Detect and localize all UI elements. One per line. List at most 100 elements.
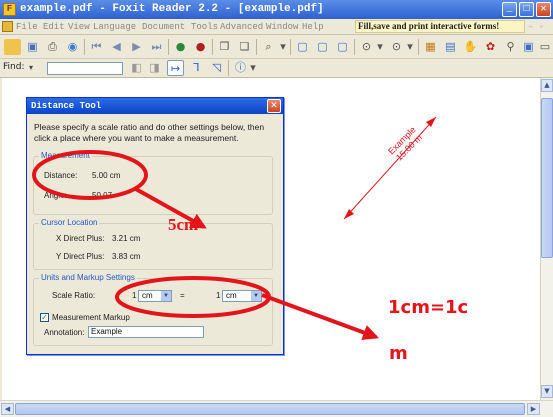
angle-label: Angle: xyxy=(44,191,67,200)
zoom-dropdown-icon[interactable]: ▾ xyxy=(278,39,288,55)
distance-value: 5.00 cm xyxy=(92,171,121,180)
units-markup-group: Units and Markup Settings Scale Ratio: 1… xyxy=(33,273,274,346)
next-page-icon[interactable]: ▶ xyxy=(128,39,145,55)
menu-file[interactable]: File xyxy=(16,19,38,35)
scroll-left-icon[interactable]: ◀ xyxy=(1,403,14,415)
find-toolbar: Find: ▾ ◧ ◨ ↦ ⅂ ◹ ⓘ ▾ xyxy=(0,59,553,78)
scale-right-unit-select[interactable]: cm ▼ xyxy=(222,290,262,302)
scroll-down-icon[interactable]: ▼ xyxy=(541,385,553,398)
save-icon[interactable]: ▣ xyxy=(24,39,41,55)
find-label: Find: xyxy=(3,62,25,72)
scale-ratio-label: Scale Ratio: xyxy=(52,291,96,300)
tools-icon[interactable]: ⊙ xyxy=(388,39,405,55)
menu-edit[interactable]: Edit xyxy=(43,19,65,35)
scale-right-number[interactable]: 1 xyxy=(216,291,220,300)
zoom-icon[interactable]: ⌕ xyxy=(260,39,277,55)
typewriter-icon[interactable]: ▤ xyxy=(442,39,459,55)
scale-ratio-row: Scale Ratio: 1 cm ▼ = 1 cm ▼ xyxy=(34,289,274,303)
menu-tools[interactable]: Tools xyxy=(191,19,218,35)
minimize-button[interactable]: _ xyxy=(502,2,517,17)
measurement-markup-label: Measurement Markup xyxy=(52,313,130,322)
menu-window[interactable]: Window xyxy=(266,19,298,35)
annotation-five-cm: 5cm xyxy=(168,215,199,234)
measurement-group: Measurement Distance: 5.00 cm Angle: 50.… xyxy=(33,151,273,215)
facing-icon[interactable]: ▢ xyxy=(334,39,351,55)
x-direct-label: X Direct Plus: xyxy=(56,234,105,243)
y-direct-label: Y Direct Plus: xyxy=(56,252,105,261)
fullscreen-icon[interactable]: ▭ xyxy=(538,39,552,55)
rotate-icon[interactable]: ⊙ xyxy=(358,39,375,55)
menu-document[interactable]: Document xyxy=(142,19,185,35)
chevron-down-icon[interactable]: ▼ xyxy=(161,291,171,301)
scale-left-unit-select[interactable]: cm ▼ xyxy=(138,290,172,302)
angle-value: 50.07 xyxy=(92,191,113,200)
find-input[interactable] xyxy=(47,62,123,75)
info-icon[interactable]: ⓘ xyxy=(232,60,249,76)
menu-help[interactable]: Help xyxy=(302,19,324,35)
find-prev-icon[interactable]: ◧ xyxy=(128,60,145,76)
rotate-dropdown-icon[interactable]: ▾ xyxy=(375,39,385,55)
forms-promo-banner[interactable]: Fill,save and print interactive forms! xyxy=(355,20,525,33)
units-group-title: Units and Markup Settings xyxy=(39,273,137,282)
hand-icon[interactable]: ✋ xyxy=(462,39,479,55)
scale-left-unit-value: cm xyxy=(142,291,153,300)
tools-dropdown-icon[interactable]: ▾ xyxy=(405,39,415,55)
cursor-location-group: Cursor Location X Direct Plus: 3.21 cm Y… xyxy=(33,218,273,270)
single-page-icon[interactable]: ▢ xyxy=(294,39,311,55)
document-menu-icon[interactable] xyxy=(2,21,13,32)
find-icon[interactable]: ⚲ xyxy=(502,39,519,55)
x-direct-value: 3.21 cm xyxy=(112,234,141,243)
print-icon[interactable]: ⎙ xyxy=(44,39,61,55)
forward-icon[interactable]: ● xyxy=(192,39,209,55)
menu-view[interactable]: View xyxy=(68,19,90,35)
annotation-scale-line2: m xyxy=(389,343,408,364)
app-titlebar: F example.pdf - Foxit Reader 2.2 - [exam… xyxy=(0,0,553,19)
equals-sign: = xyxy=(180,291,185,300)
web-icon[interactable]: ✿ xyxy=(482,39,499,55)
foxit-app-icon: F xyxy=(3,3,16,16)
menu-advanced[interactable]: Advanced xyxy=(220,19,263,35)
window-title: example.pdf - Foxit Reader 2.2 - [exampl… xyxy=(20,3,324,15)
continuous-icon[interactable]: ▢ xyxy=(314,39,331,55)
chevron-down-icon[interactable]: ▼ xyxy=(251,291,261,301)
horizontal-scroll-thumb[interactable] xyxy=(15,403,525,415)
measurement-group-title: Measurement xyxy=(39,151,92,160)
annotation-scale-line1: 1cm=1c xyxy=(388,297,469,318)
info-dropdown-icon[interactable]: ▾ xyxy=(248,60,258,76)
annotation-input[interactable]: Example xyxy=(88,326,204,338)
menu-language[interactable]: Language xyxy=(93,19,136,35)
email-icon[interactable]: ◉ xyxy=(64,39,81,55)
distance-tool-dialog: Distance Tool ✕ Please specify a scale r… xyxy=(26,97,284,355)
prev-page-icon[interactable]: ◀ xyxy=(108,39,125,55)
find-next-icon[interactable]: ◨ xyxy=(146,60,163,76)
scale-left-number[interactable]: 1 xyxy=(132,291,136,300)
measurement-markup-checkbox[interactable]: ✓ xyxy=(40,313,49,322)
first-page-icon[interactable]: ⏮ xyxy=(88,39,105,55)
scroll-up-icon[interactable]: ▲ xyxy=(541,79,553,92)
open-icon[interactable] xyxy=(4,39,21,55)
scroll-right-icon[interactable]: ▶ xyxy=(527,403,540,415)
dialog-instructions: Please specify a scale ratio and do othe… xyxy=(34,122,265,143)
close-window-button[interactable]: ✕ xyxy=(536,2,551,17)
distance-tool-icon[interactable]: ↦ xyxy=(167,60,184,76)
perimeter-tool-icon[interactable]: ⅂ xyxy=(188,60,205,76)
copy-icon[interactable]: ❐ xyxy=(216,39,233,55)
snapshot-icon[interactable]: ▦ xyxy=(422,39,439,55)
dialog-title: Distance Tool xyxy=(27,98,283,114)
area-tool-icon[interactable]: ◹ xyxy=(208,60,225,76)
horizontal-scrollbar[interactable]: ◀ ▶ xyxy=(0,400,553,417)
back-icon[interactable]: ● xyxy=(172,39,189,55)
vertical-scrollbar[interactable]: ▲ ▼ xyxy=(540,78,553,400)
find-options-dropdown-icon[interactable]: ▾ xyxy=(29,63,33,72)
vertical-scroll-thumb[interactable] xyxy=(541,98,553,258)
annotation-label: Annotation: xyxy=(44,328,85,337)
last-page-icon[interactable]: ⏭ xyxy=(148,39,165,55)
distance-label: Distance: xyxy=(44,171,78,180)
maximize-button[interactable]: □ xyxy=(519,2,534,17)
main-toolbar: ▣ ⎙ ◉ ⏮ ◀ ▶ ⏭ ● ● ❐ ❏ ⌕ ▾ ▢ ▢ ▢ ⊙ ▾ ⊙ ▾ … xyxy=(0,35,553,59)
dialog-close-button[interactable]: ✕ xyxy=(267,99,281,113)
paste-icon[interactable]: ❏ xyxy=(236,39,253,55)
cursor-group-title: Cursor Location xyxy=(39,218,100,227)
scale-right-unit-value: cm xyxy=(226,291,237,300)
thumbnail-icon[interactable]: ▣ xyxy=(520,39,537,55)
